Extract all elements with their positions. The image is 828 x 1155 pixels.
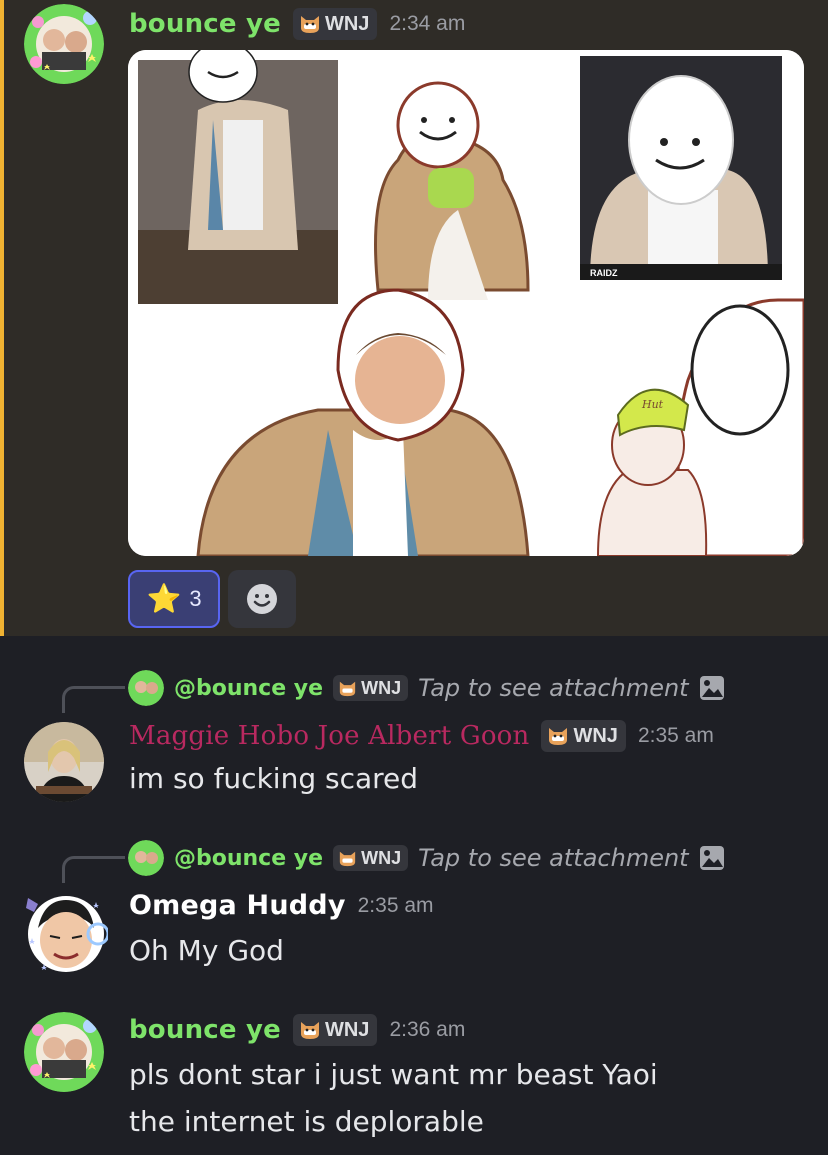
reply-avatar [128, 840, 164, 876]
timestamp: 2:35 am [357, 893, 434, 917]
timestamp: 2:36 am [389, 1018, 466, 1041]
message-3[interactable]: @bounce ye WNJ Tap to see attachment Ome… [0, 808, 828, 980]
reply-avatar [128, 670, 164, 706]
server-tag-label: WNJ [573, 724, 618, 747]
reply-preview[interactable]: @bounce ye WNJ Tap to see attachment [128, 840, 725, 876]
avatar-omega-huddy[interactable] [24, 888, 108, 972]
add-reaction-button[interactable] [228, 570, 296, 628]
image-attachment-icon [699, 846, 724, 870]
image-attachment[interactable]: RAIDZ Hut [128, 50, 804, 556]
author-name[interactable]: bounce ye [129, 1015, 281, 1045]
avatar-bounce-ye[interactable] [24, 1012, 104, 1092]
star-emoji-icon: ⭐ [146, 582, 182, 615]
reply-server-tag: WNJ [333, 675, 409, 701]
reaction-star[interactable]: ⭐ 3 [128, 570, 220, 628]
message-2[interactable]: @bounce ye WNJ Tap to see attachment Mag… [0, 636, 828, 808]
server-tag-label: WNJ [324, 12, 370, 35]
hat-text: Hut [641, 398, 664, 411]
avatar-bounce-ye[interactable] [24, 4, 104, 84]
reply-server-tag: WNJ [333, 845, 409, 871]
timestamp: 2:34 am [389, 12, 466, 35]
reply-attachment-text: Tap to see attachment [418, 844, 689, 872]
reply-tag-label: WNJ [361, 847, 402, 868]
reply-spine [62, 686, 125, 713]
message-text: Oh My God [129, 934, 284, 967]
author-name[interactable]: Omega Huddy [129, 890, 346, 921]
server-tag[interactable]: WNJ [292, 1014, 378, 1046]
author-name[interactable]: bounce ye [129, 9, 281, 39]
message-text: im so fucking scared [129, 762, 419, 795]
add-reaction-icon [247, 584, 277, 614]
raidz-badge: RAIDZ [590, 268, 618, 278]
reaction-count: 3 [189, 586, 202, 611]
message-4[interactable]: bounce ye WNJ 2:36 am pls dont star i ju… [0, 1000, 828, 1155]
author-name[interactable]: Maggie Hobo Joe Albert Goon [129, 721, 529, 751]
highlight-bar [0, 0, 4, 636]
avatar-maggie[interactable] [24, 722, 104, 802]
timestamp: 2:35 am [637, 724, 714, 747]
message-1[interactable]: bounce ye WNJ 2:34 am RAIDZ Hut ⭐ 3 [0, 0, 828, 636]
server-tag[interactable]: WNJ [292, 8, 378, 40]
reply-spine [62, 856, 125, 883]
cat-badge-icon [300, 16, 319, 33]
server-tag[interactable]: WNJ [541, 720, 626, 752]
reply-preview[interactable]: @bounce ye WNJ Tap to see attachment [128, 670, 725, 706]
cat-badge-icon [339, 681, 356, 696]
server-tag-label: WNJ [324, 1018, 370, 1041]
reply-attachment-text: Tap to see attachment [418, 674, 689, 702]
message-text-line-2: the internet is deplorable [129, 1105, 484, 1138]
reply-tag-label: WNJ [361, 677, 402, 698]
message-text-line-1: pls dont star i just want mr beast Yaoi [129, 1058, 658, 1091]
reply-author[interactable]: @bounce ye [174, 846, 323, 871]
image-attachment-icon [699, 676, 724, 700]
cat-badge-icon [339, 851, 356, 866]
reply-author[interactable]: @bounce ye [174, 676, 323, 701]
cat-badge-icon [549, 728, 568, 745]
cat-badge-icon [300, 1022, 319, 1039]
